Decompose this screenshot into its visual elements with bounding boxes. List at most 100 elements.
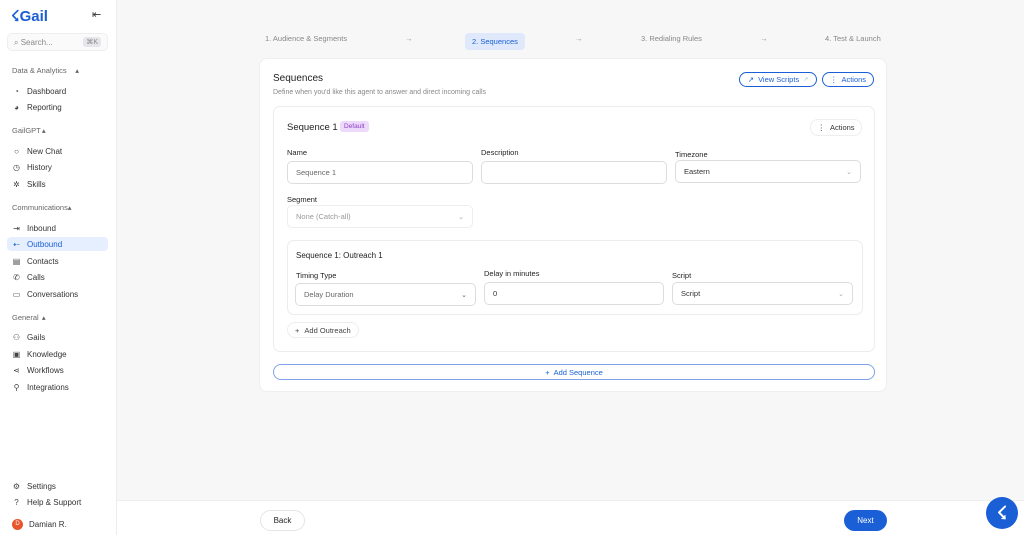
name-label: Name xyxy=(287,148,308,157)
description-input[interactable] xyxy=(481,161,667,184)
next-button[interactable]: Next xyxy=(844,510,887,531)
sidebar-item-label: Knowledge xyxy=(27,349,67,359)
sidebar-item-label: Contacts xyxy=(27,256,59,266)
view-scripts-label: View Scripts xyxy=(758,75,800,84)
puzzle-icon: ✲ xyxy=(13,179,20,189)
more-vertical-icon: ⋮ xyxy=(829,75,838,84)
step-1[interactable]: 1. Audience & Segments xyxy=(265,34,347,43)
script-value: Script xyxy=(681,289,701,298)
sidebar-item-new-chat[interactable]: ○ New Chat xyxy=(7,144,108,158)
default-badge: Default xyxy=(340,121,369,132)
agent-icon: ⚇ xyxy=(12,332,21,342)
sidebar-item-conversations[interactable]: ▭ Conversations xyxy=(7,287,108,301)
name-input[interactable]: Sequence 1 xyxy=(287,161,473,184)
step-3[interactable]: 3. Redialing Rules xyxy=(641,34,702,43)
sequence-actions-label: Actions xyxy=(829,123,855,132)
actions-button[interactable]: ⋮ Actions xyxy=(822,72,874,87)
segment-label: Segment xyxy=(287,195,318,204)
sidebar-item-contacts[interactable]: ▤ Contacts xyxy=(7,254,108,268)
description-label: Description xyxy=(481,148,519,157)
name-value: Sequence 1 xyxy=(296,168,337,177)
sidebar-item-reporting[interactable]: ◕ Reporting xyxy=(7,100,108,114)
add-outreach-button[interactable]: + Add Outreach xyxy=(287,322,359,338)
card-subtitle: Define when you'd like this agent to ans… xyxy=(273,89,487,96)
section-header[interactable]: General xyxy=(12,313,39,322)
settings-label: Settings xyxy=(27,481,56,491)
sidebar-item-calls[interactable]: ✆ Calls xyxy=(7,270,108,284)
chevron-up-icon[interactable]: ▴ xyxy=(68,203,72,212)
book-icon: ▣ xyxy=(12,349,21,359)
sidebar-item-label: Inbound xyxy=(27,223,56,233)
help-icon: ? xyxy=(14,497,19,507)
chevron-down-icon: ⌄ xyxy=(458,213,464,221)
chevron-down-icon: ⌄ xyxy=(846,168,852,176)
sidebar-item-label: Calls xyxy=(27,272,45,282)
section-header[interactable]: Data & Analytics xyxy=(12,66,67,75)
sidebar-item-workflows[interactable]: ⋖ Workflows xyxy=(7,363,108,377)
search-shortcut: ⌘K xyxy=(83,37,101,47)
chevron-down-icon: ⌄ xyxy=(461,291,467,299)
section-header[interactable]: Communications xyxy=(12,203,68,212)
sidebar-item-outbound[interactable]: ⇠ Outbound xyxy=(7,237,108,251)
sidebar-item-help[interactable]: ? Help & Support xyxy=(7,495,108,509)
message-square-icon: ▭ xyxy=(12,289,21,299)
sidebar-item-skills[interactable]: ✲ Skills xyxy=(7,177,108,191)
add-outreach-label: Add Outreach xyxy=(304,325,351,335)
inbound-icon: ⇥ xyxy=(13,223,20,233)
chevron-up-icon[interactable]: ▴ xyxy=(75,66,79,75)
actions-label: Actions xyxy=(841,75,867,84)
section-header[interactable]: GailGPT xyxy=(12,126,41,135)
chat-widget-button[interactable]: ☇ xyxy=(986,497,1018,529)
add-sequence-label: Add Sequence xyxy=(553,367,603,377)
wrench-icon: ⚲ xyxy=(13,382,20,392)
footer-bar: Back Next xyxy=(117,500,1024,535)
sidebar-item-inbound[interactable]: ⇥ Inbound xyxy=(7,221,108,235)
timezone-select[interactable]: Eastern ⌄ xyxy=(675,160,861,183)
phone-icon: ✆ xyxy=(13,272,20,282)
sidebar-item-label: Dashboard xyxy=(27,86,67,96)
chevron-down-icon: ⌄ xyxy=(838,290,844,298)
segment-select[interactable]: None (Catch-all) ⌄ xyxy=(287,205,473,228)
sequence-actions-button[interactable]: ⋮ Actions xyxy=(810,119,862,136)
help-label: Help & Support xyxy=(27,497,82,507)
outreach-title: Sequence 1: Outreach 1 xyxy=(296,251,383,260)
chevron-up-icon[interactable]: ▴ xyxy=(42,313,46,322)
sidebar-item-dashboard[interactable]: ◔ Dashboard xyxy=(7,84,108,98)
script-select[interactable]: Script ⌄ xyxy=(672,282,853,305)
sidebar-item-label: History xyxy=(27,162,52,172)
sidebar-item-gails[interactable]: ⚇ Gails xyxy=(7,330,108,344)
timezone-label: Timezone xyxy=(675,150,708,159)
sequence-title: Sequence 1 xyxy=(287,122,338,133)
script-label: Script xyxy=(672,271,692,280)
sequence-panel: Sequence 1 Default ⋮ Actions Name Sequenc… xyxy=(273,106,875,352)
user-profile[interactable]: D Damian R. xyxy=(7,517,108,531)
search-input[interactable]: ⌕ Search... ⌘K xyxy=(7,33,108,51)
sidebar-item-integrations[interactable]: ⚲ Integrations xyxy=(7,380,108,394)
outreach-panel: Sequence 1: Outreach 1 Timing Type Delay… xyxy=(287,240,863,315)
external-link-icon: ↗ xyxy=(747,75,755,84)
sidebar-item-history[interactable]: ◷ History xyxy=(7,160,108,174)
back-button[interactable]: Back xyxy=(260,510,305,531)
gauge-icon: ◔ xyxy=(14,86,19,96)
arrow-right-icon: → xyxy=(575,34,583,43)
timezone-value: Eastern xyxy=(684,167,710,176)
sidebar-item-label: Outbound xyxy=(27,239,63,249)
delay-input[interactable]: 0 xyxy=(484,282,664,305)
sidebar-item-label: Skills xyxy=(27,179,46,189)
sidebar-item-knowledge[interactable]: ▣ Knowledge xyxy=(7,347,108,361)
sequences-card: Sequences Define when you'd like this ag… xyxy=(259,58,887,392)
collapse-sidebar-icon[interactable]: ⇤ xyxy=(92,8,101,21)
step-2[interactable]: 2. Sequences xyxy=(465,33,525,50)
add-sequence-button[interactable]: + Add Sequence xyxy=(273,364,875,380)
timing-type-select[interactable]: Delay Duration ⌄ xyxy=(295,283,476,306)
gear-icon: ⚙ xyxy=(12,481,21,491)
chevron-up-icon[interactable]: ▴ xyxy=(42,126,46,135)
clock-icon: ◷ xyxy=(13,162,20,172)
sidebar-item-settings[interactable]: ⚙ Settings xyxy=(7,479,108,493)
sidebar-item-label: Gails xyxy=(27,332,46,342)
view-scripts-button[interactable]: ↗ View Scripts ↗ xyxy=(739,72,817,87)
gail-logo[interactable]: ☇Gail xyxy=(11,7,48,25)
step-4[interactable]: 4. Test & Launch xyxy=(825,34,881,43)
plus-icon: + xyxy=(295,325,300,335)
pie-chart-icon: ◕ xyxy=(14,102,19,112)
